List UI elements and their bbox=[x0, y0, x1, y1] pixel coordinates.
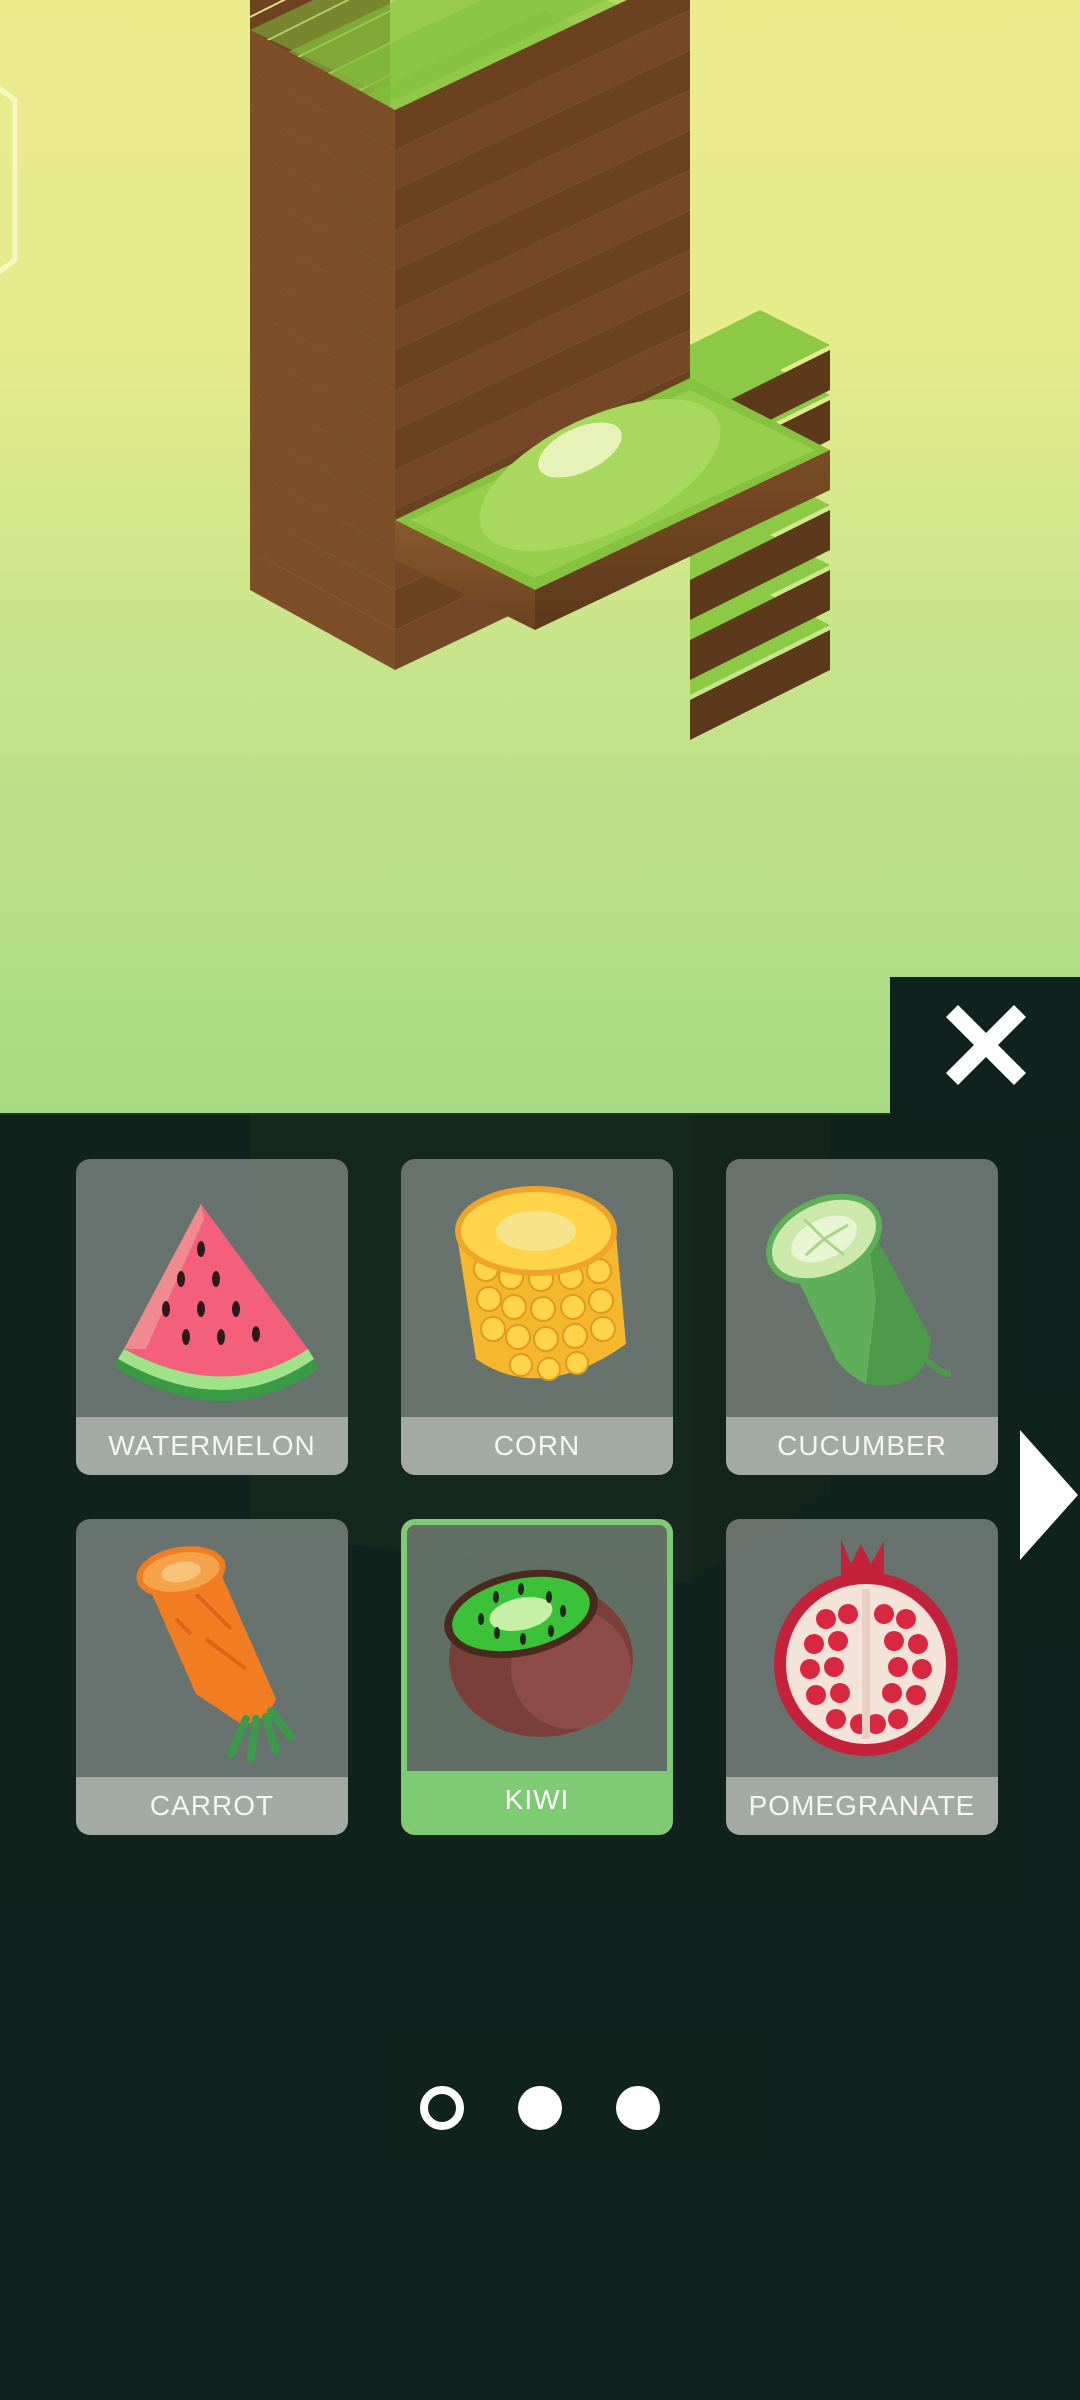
skin-label: KIWI bbox=[407, 1771, 667, 1829]
pomegranate-icon bbox=[774, 1539, 958, 1756]
skin-card-corn[interactable]: CORN bbox=[401, 1159, 673, 1475]
game-scene bbox=[0, 0, 1080, 1115]
carrot-icon bbox=[136, 1546, 295, 1763]
skin-label: CUCUMBER bbox=[726, 1417, 998, 1475]
pagination-dot[interactable] bbox=[616, 2086, 660, 2130]
skin-label: WATERMELON bbox=[76, 1417, 348, 1475]
skin-card-cucumber[interactable]: CUCUMBER bbox=[726, 1159, 998, 1475]
chevron-right-icon[interactable] bbox=[1018, 1430, 1080, 1560]
pagination-dot[interactable] bbox=[420, 2086, 464, 2130]
skin-label: CORN bbox=[401, 1417, 673, 1475]
skin-card-kiwi[interactable]: KIWI bbox=[401, 1519, 673, 1835]
skin-label: POMEGRANATE bbox=[726, 1777, 998, 1835]
pagination-dot[interactable] bbox=[518, 2086, 562, 2130]
skin-card-pomegranate[interactable]: POMEGRANATE bbox=[726, 1519, 998, 1835]
watermelon-icon bbox=[114, 1204, 318, 1402]
skin-card-watermelon[interactable]: WATERMELON bbox=[76, 1159, 348, 1475]
kiwi-icon bbox=[444, 1569, 633, 1737]
close-icon[interactable] bbox=[938, 997, 1034, 1093]
skin-card-carrot[interactable]: CARROT bbox=[76, 1519, 348, 1835]
kiwi-block-tower bbox=[250, 0, 830, 740]
skin-label: CARROT bbox=[76, 1777, 348, 1835]
corn-icon bbox=[455, 1186, 626, 1381]
pagination-dots bbox=[0, 2086, 1080, 2136]
cucumber-icon bbox=[766, 1193, 952, 1386]
